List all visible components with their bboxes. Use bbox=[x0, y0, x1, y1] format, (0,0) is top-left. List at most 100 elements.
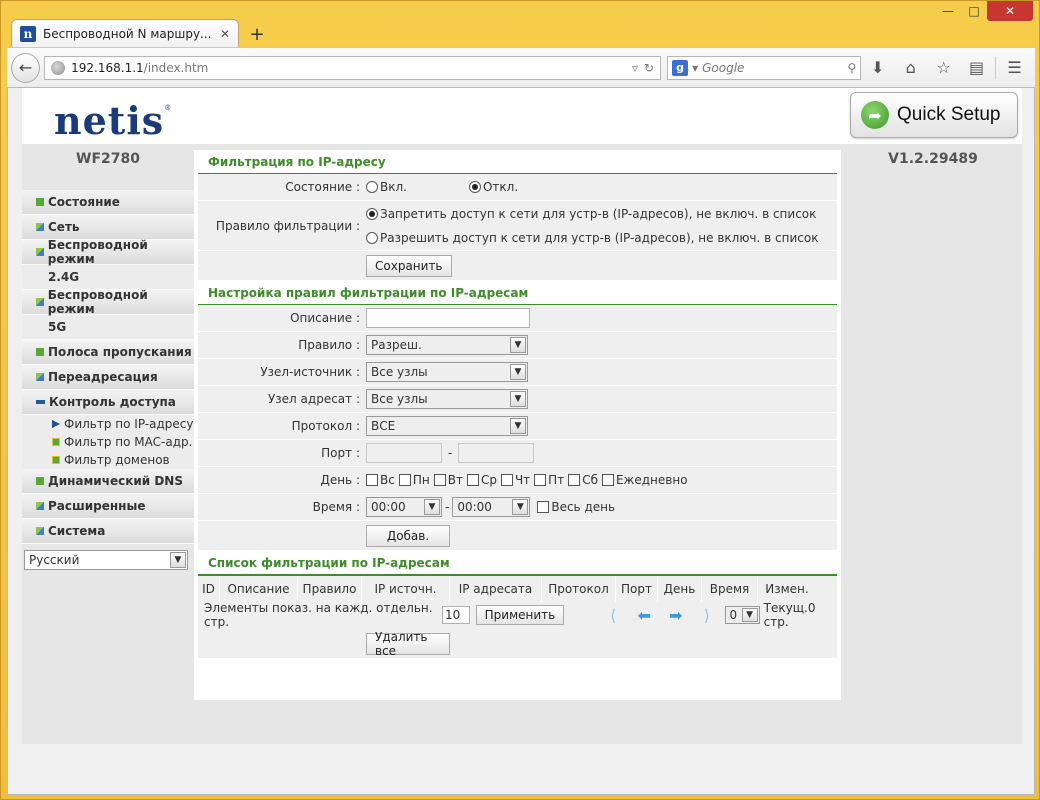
new-tab-button[interactable]: + bbox=[243, 22, 271, 46]
add-button[interactable]: Добав. bbox=[366, 524, 450, 547]
sidebar-item-ddns[interactable]: Динамический DNS bbox=[22, 469, 194, 494]
day-label-text: Ежедневно bbox=[615, 473, 688, 487]
list-title: Список фильтрации по IP-адресам bbox=[198, 551, 837, 575]
day-row: День : Вс Пн Вт Ср Чт Пт Сб Ежедневно bbox=[198, 467, 837, 494]
first-page-icon[interactable]: ⟨ bbox=[599, 606, 626, 625]
google-icon[interactable]: g bbox=[672, 59, 689, 76]
day-checkbox-mon[interactable]: Пн bbox=[398, 473, 430, 487]
description-field[interactable] bbox=[366, 308, 530, 328]
search-bar[interactable]: g ▾ Google ⚲ bbox=[667, 55, 862, 80]
status-on-radio[interactable]: Вкл. bbox=[366, 180, 407, 194]
maximize-button[interactable]: □ bbox=[961, 1, 987, 21]
day-checkbox-tue[interactable]: Вт bbox=[433, 473, 463, 487]
chevron-down-icon: ▼ bbox=[510, 418, 526, 434]
url-host: 192.168.1.1 bbox=[71, 60, 144, 75]
save-control: Сохранить bbox=[366, 254, 837, 277]
status-off-radio[interactable]: Откл. bbox=[468, 180, 519, 194]
sidebar-item-advanced[interactable]: Расширенные bbox=[22, 494, 194, 519]
delete-all-control: Удалить все bbox=[366, 630, 837, 658]
day-checkbox-wed[interactable]: Ср bbox=[466, 473, 497, 487]
sidebar-item-bandwidth[interactable]: Полоса пропускания bbox=[22, 340, 194, 365]
tab-close-icon[interactable]: ✕ bbox=[220, 27, 230, 41]
source-row: Узел-источник : Все узлы ▼ bbox=[198, 359, 837, 386]
col-source-ip: IP источн. bbox=[362, 575, 450, 602]
sidebar-item-forwarding[interactable]: Переадресация bbox=[22, 365, 194, 390]
prev-page-icon[interactable]: ⬅ bbox=[631, 606, 658, 625]
home-icon[interactable]: ⌂ bbox=[894, 53, 927, 83]
rule-allow-radio[interactable]: Разрешить доступ к сети для устр-в (IP-а… bbox=[366, 231, 818, 245]
browser-tab[interactable]: n Беспроводной N маршру... ✕ bbox=[11, 19, 239, 48]
bookmark-star-icon[interactable]: ☆ bbox=[927, 53, 960, 83]
sidebar-menu: Состояние Сеть Беспроводной режим 2.4G Б… bbox=[22, 190, 194, 570]
plus-bullet-icon bbox=[36, 298, 44, 306]
col-dest-ip: IP адресата bbox=[450, 575, 542, 602]
time-to-select[interactable]: 00:00 ▼ bbox=[452, 497, 531, 517]
address-bar[interactable]: 192.168.1.1/index.htm ▿ ↻ bbox=[44, 55, 662, 80]
port-label: Порт : bbox=[321, 446, 360, 460]
sidebar-item-wireless-5-band[interactable]: 5G bbox=[22, 315, 194, 340]
time-control: 00:00 ▼ - 00:00 ▼ Весь день bbox=[366, 497, 837, 517]
url-path: /index.htm bbox=[143, 60, 209, 75]
globe-icon bbox=[51, 60, 66, 75]
description-label: Описание : bbox=[290, 311, 360, 325]
checkbox-icon bbox=[537, 501, 550, 513]
sidebar-item-access-control[interactable]: Контроль доступа bbox=[22, 390, 194, 415]
registered-mark: ® bbox=[164, 104, 173, 112]
back-button[interactable]: ← bbox=[11, 52, 41, 83]
last-page-icon[interactable]: ⟩ bbox=[693, 606, 720, 625]
dest-select[interactable]: Все узлы ▼ bbox=[366, 389, 528, 409]
plus-bullet-icon bbox=[36, 502, 44, 510]
apply-button[interactable]: Применить bbox=[475, 605, 565, 625]
source-select[interactable]: Все узлы ▼ bbox=[366, 362, 528, 382]
submenu-item-mac-filter[interactable]: Фильтр по MAC-адр. bbox=[22, 433, 194, 451]
day-label-text: Ср bbox=[480, 473, 497, 487]
day-checkbox-everyday[interactable]: Ежедневно bbox=[601, 473, 688, 487]
close-window-button[interactable]: ✕ bbox=[987, 1, 1033, 21]
sidebar-item-network[interactable]: Сеть bbox=[22, 215, 194, 240]
rule-select-label: Правило : bbox=[298, 338, 360, 352]
time-from-select[interactable]: 00:00 ▼ bbox=[366, 497, 442, 517]
status-row: Состояние : Вкл. Откл. bbox=[198, 174, 837, 201]
sidebar-item-status[interactable]: Состояние bbox=[22, 190, 194, 215]
status-off-label: Откл. bbox=[482, 180, 519, 194]
protocol-control: ВСЕ ▼ bbox=[366, 416, 837, 436]
dest-label: Узел адресат : bbox=[267, 392, 360, 406]
submenu-item-domain-filter[interactable]: Фильтр доменов bbox=[22, 451, 194, 469]
page-header: netis® ➦ Quick Setup bbox=[22, 88, 1022, 144]
day-checkbox-fri[interactable]: Пт bbox=[534, 473, 564, 487]
day-checkbox-sat[interactable]: Сб bbox=[568, 473, 598, 487]
delete-all-button[interactable]: Удалить все bbox=[366, 630, 450, 658]
next-page-icon[interactable]: ➡ bbox=[662, 606, 689, 625]
day-checkbox-sun[interactable]: Вс bbox=[366, 473, 395, 487]
submenu-item-ip-filter[interactable]: Фильтр по IP-адресу bbox=[22, 415, 194, 433]
sidebar-item-wireless-5[interactable]: Беспроводной режим bbox=[22, 288, 194, 316]
sidebar-item-wireless-24[interactable]: Беспроводной режим bbox=[22, 238, 194, 266]
reload-icon[interactable]: ↻ bbox=[644, 61, 654, 75]
port-end-field[interactable] bbox=[458, 443, 535, 463]
day-checkbox-thu[interactable]: Чт bbox=[500, 473, 530, 487]
minimize-button[interactable]: — bbox=[935, 1, 961, 21]
page-select[interactable]: 0 ▼ bbox=[724, 606, 760, 624]
sidebar-item-wireless-24-band[interactable]: 2.4G bbox=[22, 265, 194, 290]
checkbox-icon bbox=[398, 474, 411, 486]
protocol-select[interactable]: ВСЕ ▼ bbox=[366, 416, 528, 436]
menu-icon[interactable]: ☰ bbox=[998, 53, 1031, 83]
port-start-field[interactable] bbox=[366, 443, 442, 463]
per-page-field[interactable]: 10 bbox=[441, 606, 470, 624]
engine-dropdown-icon[interactable]: ▾ bbox=[692, 61, 698, 75]
language-select[interactable]: Русский ▼ bbox=[24, 550, 188, 570]
tab-strip: n Беспроводной N маршру... ✕ + bbox=[11, 18, 271, 48]
firmware-version: V1.2.29489 bbox=[888, 151, 978, 167]
col-protocol: Протокол bbox=[542, 575, 616, 602]
save-button[interactable]: Сохранить bbox=[366, 254, 452, 277]
downloads-icon[interactable]: ⬇ bbox=[861, 53, 894, 83]
all-day-checkbox[interactable]: Весь день bbox=[537, 500, 615, 514]
search-icon[interactable]: ⚲ bbox=[847, 61, 856, 75]
source-label: Узел-источник : bbox=[260, 365, 360, 379]
dropdown-arrow-icon[interactable]: ▿ bbox=[632, 61, 638, 75]
quick-setup-button[interactable]: ➦ Quick Setup bbox=[850, 92, 1018, 138]
sidebar-item-system[interactable]: Система bbox=[22, 519, 194, 544]
rule-deny-radio[interactable]: Запретить доступ к сети для устр-в (IP-а… bbox=[366, 207, 816, 221]
rule-select[interactable]: Разреш. ▼ bbox=[366, 335, 528, 355]
bookmarks-list-icon[interactable]: ▤ bbox=[960, 53, 993, 83]
